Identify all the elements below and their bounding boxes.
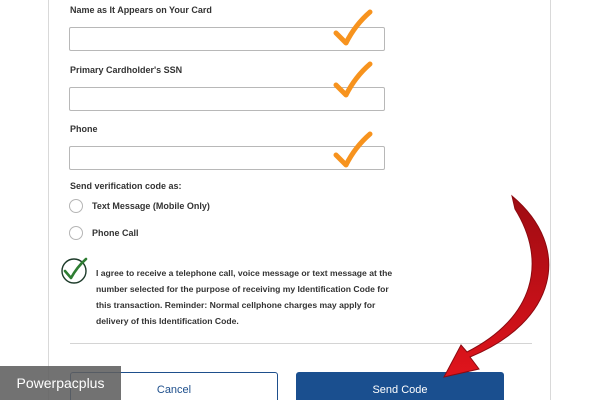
radio-button[interactable] <box>69 199 83 213</box>
radio-option-label: Phone Call <box>92 228 139 238</box>
verification-page: Name as It Appears on Your Card Primary … <box>0 0 600 400</box>
radio-option-phone-call[interactable]: Phone Call <box>69 224 139 242</box>
phone-field-label: Phone <box>70 124 98 134</box>
orange-checkmark-icon <box>333 61 373 98</box>
radio-button[interactable] <box>69 226 83 240</box>
orange-checkmark-icon <box>333 9 373 46</box>
radio-option-label: Text Message (Mobile Only) <box>92 201 210 211</box>
ssn-field-label: Primary Cardholder's SSN <box>70 65 183 75</box>
orange-checkmark-icon <box>333 131 373 168</box>
consent-text: I agree to receive a telephone call, voi… <box>96 268 393 326</box>
name-field-label: Name as It Appears on Your Card <box>70 5 212 15</box>
radio-option-text-message[interactable]: Text Message (Mobile Only) <box>69 197 210 215</box>
verification-method-label: Send verification code as: <box>70 181 182 191</box>
consent-checkbox[interactable] <box>60 257 88 285</box>
divider <box>70 343 532 344</box>
watermark: Powerpacplus <box>0 366 121 400</box>
send-code-button[interactable]: Send Code <box>296 372 504 400</box>
